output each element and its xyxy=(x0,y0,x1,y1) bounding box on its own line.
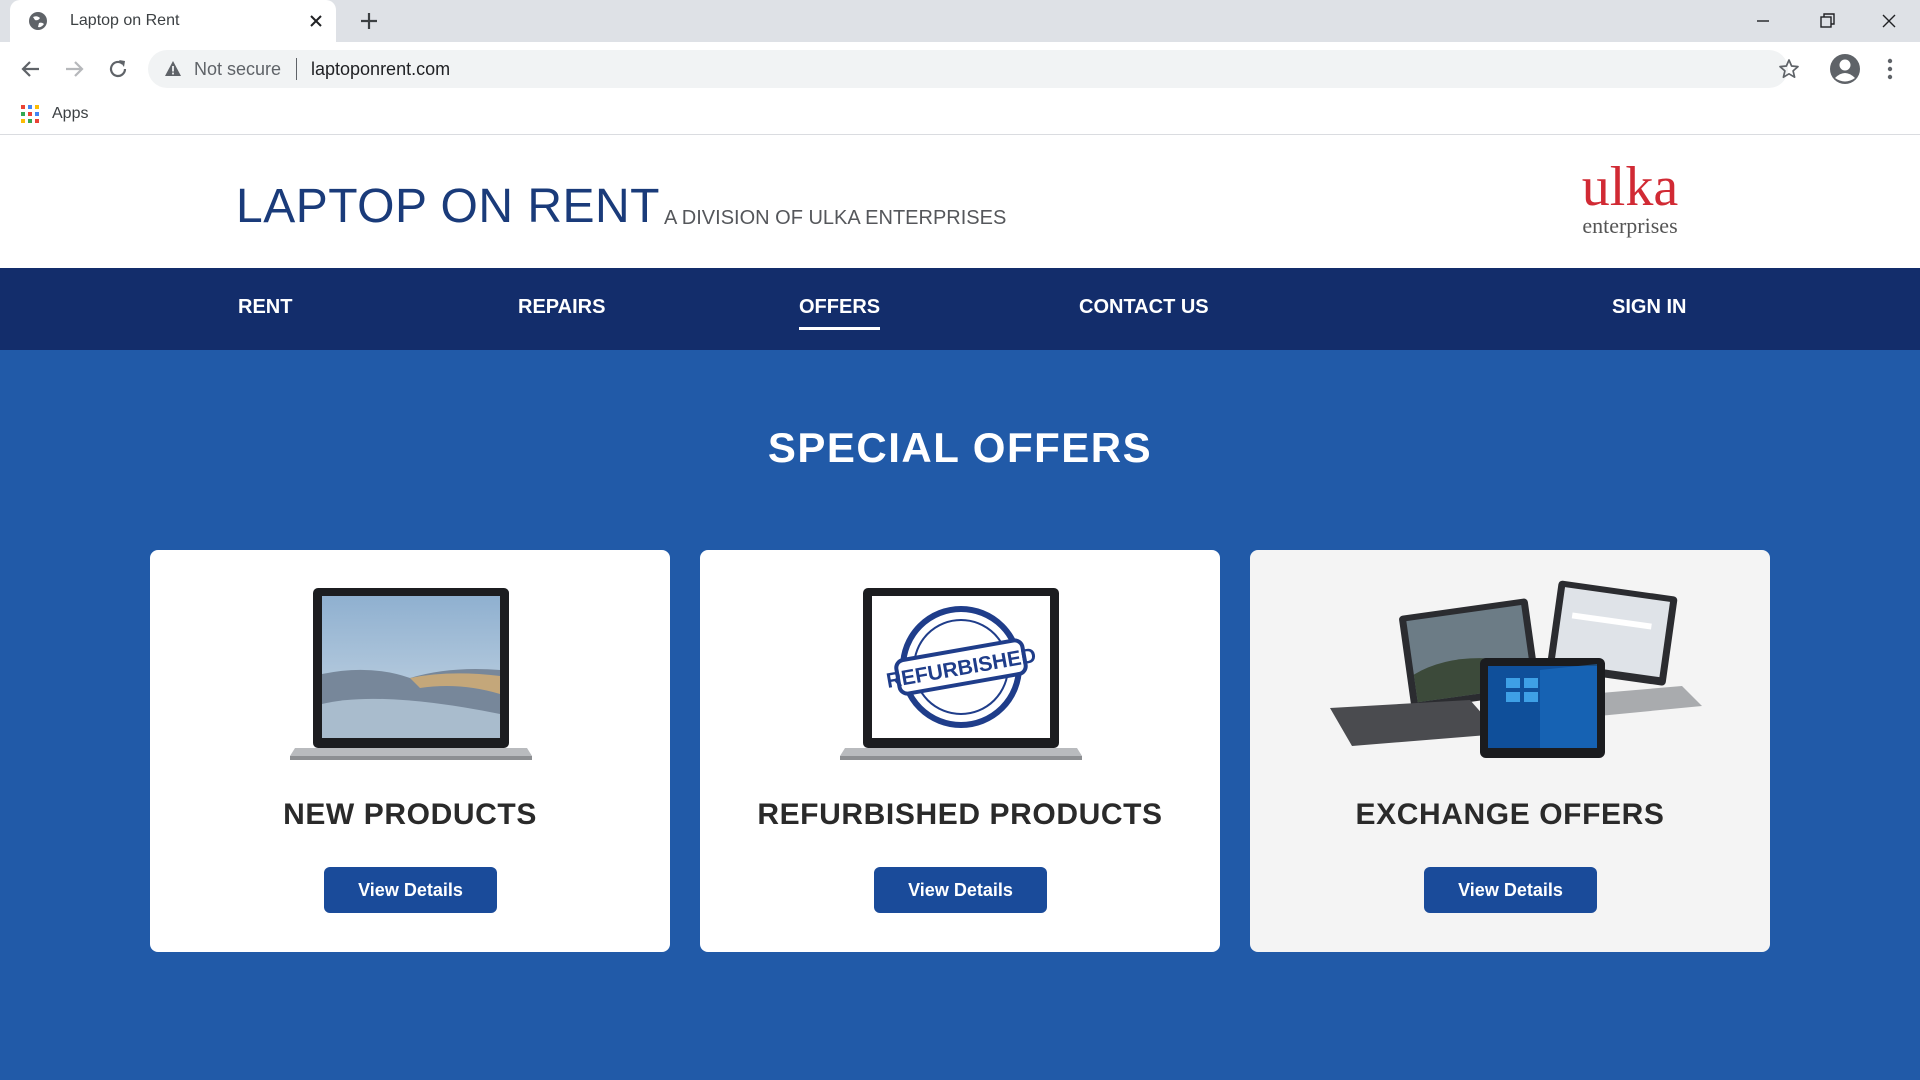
site-subtitle: A DIVISION OF ULKA ENTERPRISES xyxy=(664,207,1007,229)
browser-toolbar: Not secure laptoponrent.com xyxy=(0,42,1920,94)
offer-card-new-products: NEW PRODUCTS View Details xyxy=(150,550,670,952)
refurbished-laptop-image: REFURBISHED xyxy=(840,588,1082,760)
tab-title: Laptop on Rent xyxy=(70,12,180,29)
bookmark-star-icon[interactable] xyxy=(1778,58,1800,80)
card-title: NEW PRODUCTS xyxy=(283,798,537,831)
view-details-button[interactable]: View Details xyxy=(874,867,1047,913)
restore-icon[interactable] xyxy=(1814,8,1840,34)
back-arrow-icon[interactable] xyxy=(18,56,44,82)
bookmarks-bar: Apps xyxy=(0,94,1920,135)
url-text[interactable]: laptoponrent.com xyxy=(311,59,450,80)
security-status[interactable]: Not secure xyxy=(194,59,281,80)
nav-contact-us[interactable]: CONTACT US xyxy=(1079,296,1209,319)
nav-sign-in[interactable]: SIGN IN xyxy=(1612,296,1686,319)
laptop-image xyxy=(290,588,532,760)
omnibox-divider xyxy=(296,58,297,80)
apps-grid-icon[interactable] xyxy=(20,104,40,124)
browser-tab[interactable]: Laptop on Rent xyxy=(10,0,336,42)
nav-rent[interactable]: RENT xyxy=(238,296,292,319)
address-bar[interactable]: Not secure laptoponrent.com xyxy=(148,50,1799,88)
site-title[interactable]: LAPTOP ON RENT xyxy=(236,179,660,234)
warning-icon[interactable] xyxy=(164,60,182,78)
nav-repairs[interactable]: REPAIRS xyxy=(518,296,605,319)
card-title: EXCHANGE OFFERS xyxy=(1355,798,1665,831)
window-close-icon[interactable] xyxy=(1876,8,1902,34)
svg-text:enterprises: enterprises xyxy=(1582,213,1677,238)
offer-card-refurbished-products: REFURBISHED REFURBISHED PRODUCTS View De… xyxy=(700,550,1220,952)
web-page: LAPTOP ON RENT A DIVISION OF ULKA ENTERP… xyxy=(0,135,1920,1080)
section-title: SPECIAL OFFERS xyxy=(767,424,1153,471)
profile-avatar-icon[interactable] xyxy=(1828,52,1862,86)
globe-icon xyxy=(29,12,47,30)
close-icon[interactable] xyxy=(306,11,326,31)
view-details-button[interactable]: View Details xyxy=(324,867,497,913)
offer-card-exchange-offers: EXCHANGE OFFERS View Details xyxy=(1250,550,1770,952)
ulka-enterprises-logo[interactable]: ulka enterprises xyxy=(1570,153,1690,253)
reload-icon[interactable] xyxy=(105,56,131,82)
more-menu-icon[interactable] xyxy=(1878,56,1902,82)
nav-offers[interactable]: OFFERS xyxy=(799,296,881,330)
card-title: REFURBISHED PRODUCTS xyxy=(757,798,1163,831)
laptops-and-tablets-image xyxy=(1330,580,1702,758)
view-details-button[interactable]: View Details xyxy=(1424,867,1597,913)
site-header: LAPTOP ON RENT A DIVISION OF ULKA ENTERP… xyxy=(0,135,1920,268)
browser-tabstrip: Laptop on Rent xyxy=(0,0,1920,42)
special-offers-section: SPECIAL OFFERS NEW PRODUCTS View Details xyxy=(0,350,1920,1080)
main-navigation: RENT REPAIRS OFFERS CONTACT US SIGN IN xyxy=(0,268,1920,350)
minimize-icon[interactable] xyxy=(1750,8,1776,34)
apps-bookmark[interactable]: Apps xyxy=(52,105,88,123)
svg-text:ulka: ulka xyxy=(1582,156,1679,218)
forward-arrow-icon[interactable] xyxy=(61,56,87,82)
new-tab-icon[interactable] xyxy=(357,9,381,33)
